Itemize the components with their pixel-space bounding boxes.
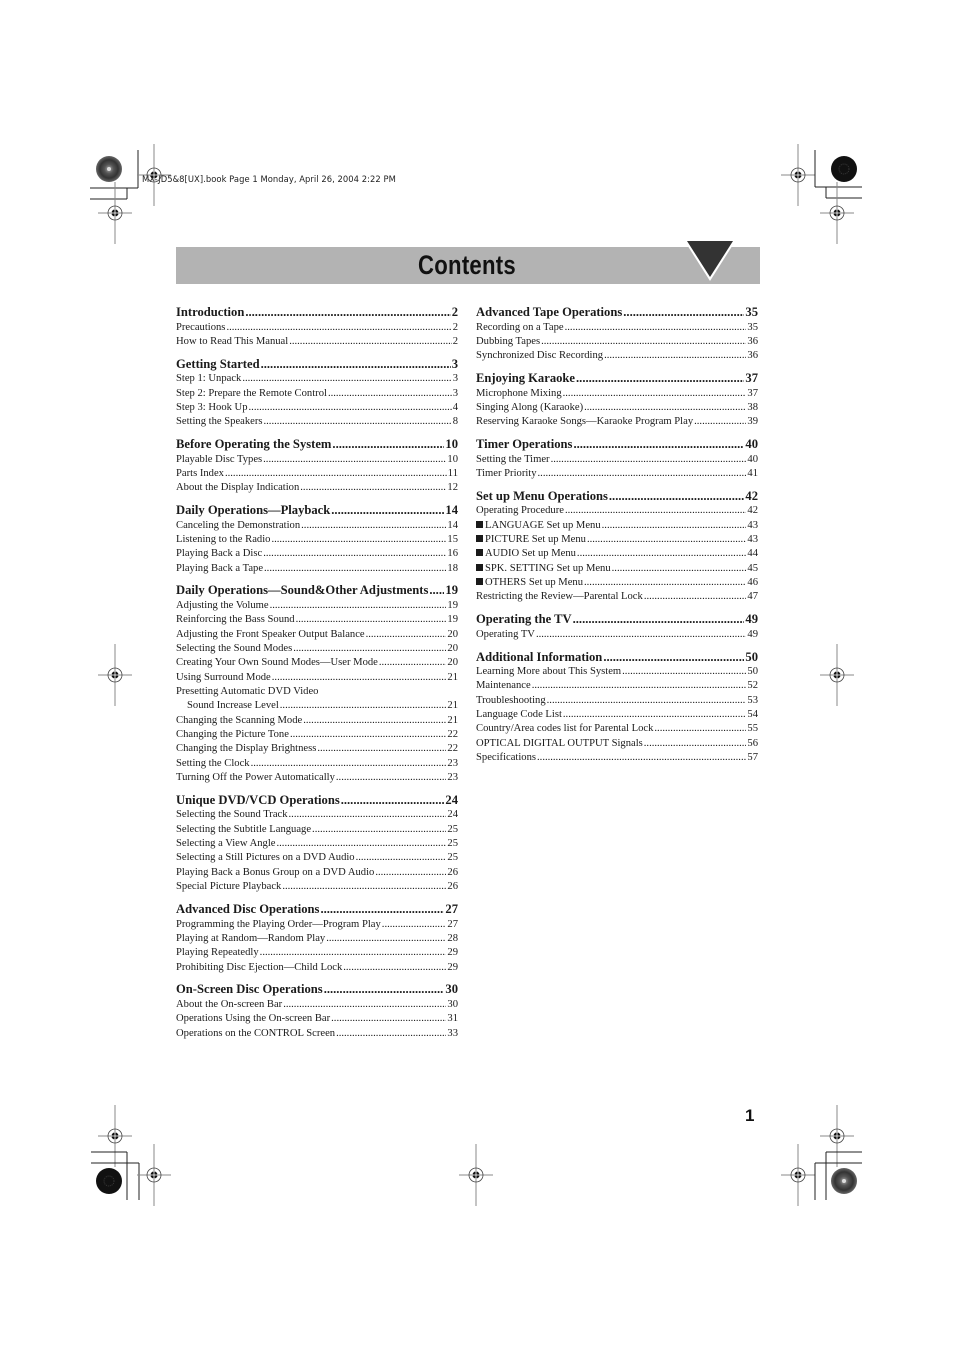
registration-mark-icon	[780, 1143, 816, 1207]
registration-mark-icon	[136, 143, 172, 207]
registration-mark-icon	[780, 143, 816, 207]
registration-mark-icon	[458, 1143, 494, 1207]
registration-mark-icon	[97, 643, 133, 707]
print-marks	[90, 143, 862, 1207]
corner-target-icon	[96, 1168, 122, 1194]
registration-mark-icon	[819, 181, 855, 245]
corner-target-icon	[96, 156, 122, 182]
registration-mark-icon	[819, 643, 855, 707]
registration-mark-icon	[819, 1104, 855, 1168]
corner-target-icon	[831, 156, 857, 182]
registration-mark-icon	[136, 1143, 172, 1207]
corner-target-icon	[831, 1168, 857, 1194]
